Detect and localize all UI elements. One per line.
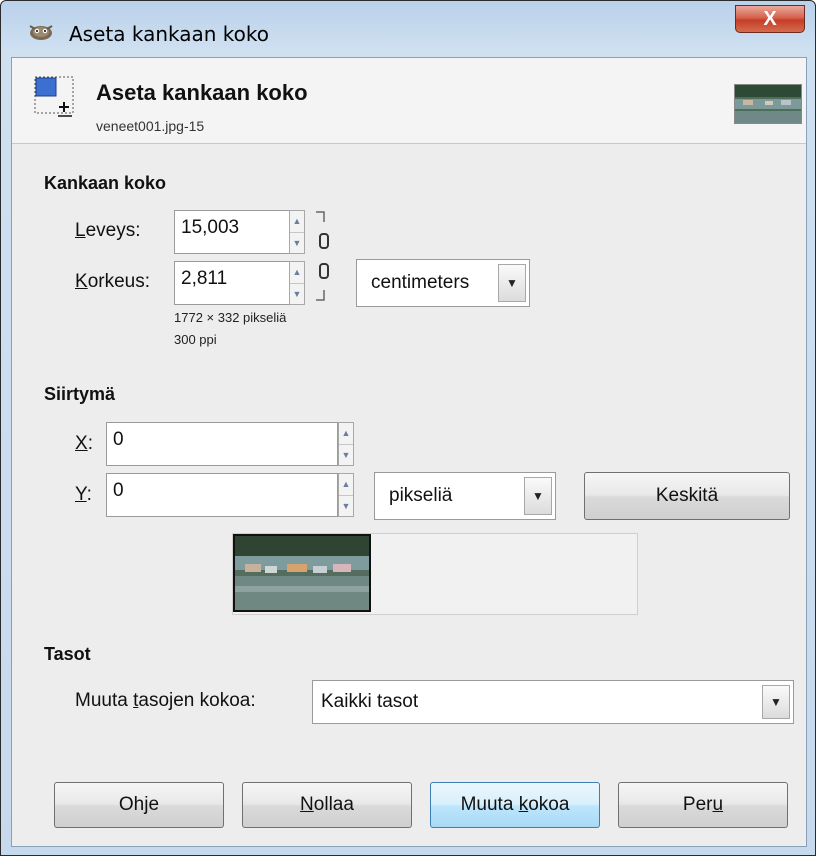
spin-up-icon[interactable]: ▲: [290, 262, 304, 283]
layers-section-title: Tasot: [44, 644, 91, 664]
height-spinner[interactable]: ▲ ▼: [289, 261, 305, 305]
size-unit-value: centimeters: [371, 272, 470, 293]
width-label: Leveys:: [75, 220, 141, 241]
resize-layers-value: Kaikki tasot: [321, 691, 419, 712]
window-title: Aseta kankaan koko: [69, 22, 270, 46]
offset-preview-area[interactable]: [232, 533, 638, 615]
dialog-heading: Aseta kankaan koko: [96, 80, 308, 105]
close-button[interactable]: X: [735, 5, 805, 33]
dialog-window: Aseta kankaan koko X Aseta kankaan koko …: [0, 0, 816, 856]
canvas-size-section-title: Kankaan koko: [44, 173, 167, 193]
x-offset-spinner[interactable]: ▲ ▼: [338, 422, 354, 466]
height-label: Korkeus:: [75, 271, 150, 292]
chevron-down-icon[interactable]: ▼: [498, 264, 526, 302]
resize-layers-label: Muuta tasojen kokoa:: [75, 690, 256, 711]
spin-down-icon[interactable]: ▼: [290, 232, 304, 253]
resize-button[interactable]: Muuta kokoa: [430, 782, 600, 828]
help-button[interactable]: Ohje: [54, 782, 224, 828]
gimp-icon: [29, 25, 53, 40]
size-unit-select[interactable]: centimeters ▼: [356, 259, 530, 307]
spin-up-icon[interactable]: ▲: [339, 474, 353, 495]
x-offset-input[interactable]: 0: [106, 422, 338, 466]
offset-section-title: Siirtymä: [44, 384, 116, 404]
chevron-down-icon[interactable]: ▼: [762, 685, 790, 719]
width-spinner[interactable]: ▲ ▼: [289, 210, 305, 254]
title-bar[interactable]: Aseta kankaan koko X: [1, 1, 815, 55]
image-thumbnail: [734, 84, 802, 124]
resize-layers-select[interactable]: Kaikki tasot ▼: [312, 680, 794, 724]
height-input[interactable]: 2,811: [174, 261, 290, 305]
center-button[interactable]: Keskitä: [584, 472, 790, 520]
spin-up-icon[interactable]: ▲: [339, 423, 353, 444]
x-offset-label: X:: [75, 433, 93, 454]
image-name: veneet001.jpg-15: [96, 118, 205, 134]
width-input[interactable]: 15,003: [174, 210, 290, 254]
dialog-content: Aseta kankaan koko veneet001.jpg-15 Kank…: [11, 57, 807, 847]
y-offset-label: Y:: [75, 484, 92, 505]
image-preview[interactable]: [233, 534, 371, 612]
pixel-dimensions: 1772 × 332 pikseliä: [174, 310, 287, 325]
spin-up-icon[interactable]: ▲: [290, 211, 304, 232]
cancel-button[interactable]: Peru: [618, 782, 788, 828]
chevron-down-icon[interactable]: ▼: [524, 477, 552, 515]
close-icon: X: [763, 8, 777, 30]
spin-down-icon[interactable]: ▼: [339, 495, 353, 516]
spin-down-icon[interactable]: ▼: [339, 444, 353, 465]
y-offset-spinner[interactable]: ▲ ▼: [338, 473, 354, 517]
resolution-info: 300 ppi: [174, 332, 217, 347]
canvas-size-icon: [34, 76, 74, 117]
reset-button[interactable]: Nollaa: [242, 782, 412, 828]
dialog-header: Aseta kankaan koko veneet001.jpg-15: [12, 58, 806, 144]
spin-down-icon[interactable]: ▼: [290, 283, 304, 304]
y-offset-input[interactable]: 0: [106, 473, 338, 517]
offset-unit-value: pikseliä: [389, 485, 453, 506]
chain-link-icon[interactable]: [312, 208, 336, 308]
offset-unit-select[interactable]: pikseliä ▼: [374, 472, 556, 520]
